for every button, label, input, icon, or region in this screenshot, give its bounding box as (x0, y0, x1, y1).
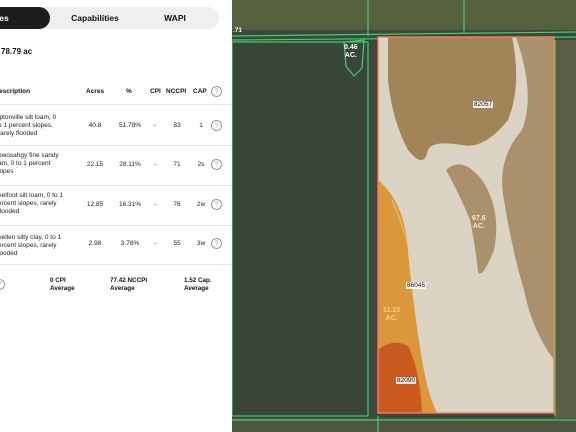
desc-line: oellen silty clay, 0 to 1 (0, 234, 62, 241)
desc-line: flooded (0, 208, 20, 215)
tab-wapi[interactable]: WAPI (145, 7, 205, 29)
acres-value: 22.15 (86, 161, 104, 168)
nccpi-average: 77.42 NCCPI Average (110, 277, 147, 292)
nccpi-average-label: Average (110, 284, 135, 292)
help-icon[interactable]: ? (211, 199, 222, 210)
desc-line: owosahgy fine sandy (0, 152, 59, 159)
nccpi-value: 76 (173, 201, 181, 208)
acres-unit: AC. (472, 223, 485, 230)
desc-line: looded (0, 250, 18, 257)
soil-description: oellen silty clay, 0 to 1 ercent slopes,… (0, 234, 72, 258)
main-parcel (377, 36, 555, 414)
big-zone-acres: 67.6 AC. (472, 215, 486, 231)
cpi-average-value: 0 CPI (50, 277, 66, 284)
help-icon[interactable]: ? (211, 238, 222, 249)
row-divider (0, 264, 232, 265)
soil-code-82057[interactable]: 82057 (473, 101, 494, 108)
col-header-cpi: CPI (150, 88, 161, 95)
tab-capabilities[interactable]: Capabilities (60, 7, 130, 29)
acres-number: 0.46 (344, 44, 358, 51)
acres-unit: AC. (344, 52, 357, 59)
map-canvas (232, 0, 576, 432)
table-row: iptonville silt loam, 0 o 1 percent slop… (0, 105, 232, 145)
nccpi-value: 83 (173, 122, 181, 129)
top-field (232, 0, 576, 30)
help-icon[interactable]: ? (211, 120, 222, 131)
cpi-average-label: Average (50, 284, 75, 292)
col-header-nccpi: NCCPI (166, 88, 187, 95)
desc-line: am, 0 to 1 percent (0, 160, 51, 167)
total-acres: 78.79 ac (1, 47, 33, 56)
desc-line: ercent slopes, rarely (0, 242, 57, 249)
acres-value: 40.8 (88, 122, 102, 129)
soil-description: iptonville silt loam, 0 o 1 percent slop… (0, 114, 72, 138)
help-icon[interactable]: ? (0, 279, 5, 290)
cpi-value: - (153, 161, 157, 168)
cpi-average: 0 CPI Average (50, 277, 75, 292)
col-header-description: escription (0, 88, 31, 95)
nccpi-average-value: 77.42 NCCPI (110, 277, 148, 284)
cap-value: 2w (196, 201, 206, 208)
cap-value: 3w (196, 240, 206, 247)
soil-description: owosahgy fine sandy am, 0 to 1 percent l… (0, 152, 72, 176)
soil-code-82090[interactable]: 82090 (396, 377, 417, 384)
desc-line: eelfoot silt loam, 0 to 1 (0, 192, 64, 199)
cap-average-label: Average (184, 284, 209, 292)
east-field (554, 40, 576, 420)
cap-average-value: 1.52 Cap. (184, 277, 212, 284)
cap-value: 2s (197, 161, 205, 168)
tab-acres[interactable]: res (0, 7, 50, 29)
soil-description: eelfoot silt loam, 0 to 1 ercent slopes,… (0, 192, 72, 216)
percent-value: 51.78% (118, 122, 142, 129)
desc-line: rarely flooded (0, 130, 38, 137)
soil-map[interactable]: .71 0.46 AC. 67.6 AC. 11.23 AC. 82057 86… (232, 0, 576, 432)
tab-bar: res Capabilities WAPI (0, 7, 219, 29)
table-row: eelfoot silt loam, 0 to 1 ercent slopes,… (0, 186, 232, 226)
desc-line: lopes (0, 168, 14, 175)
orange-zone-acres: 11.23 AC. (383, 307, 400, 323)
nccpi-value: 55 (173, 240, 181, 247)
desc-line: o 1 percent slopes, (0, 122, 53, 129)
acres-unit: AC. (385, 315, 398, 322)
west-field (232, 40, 370, 420)
desc-line: ercent slopes, rarely (0, 200, 57, 207)
cpi-value: - (153, 240, 157, 247)
acres-number: 11.23 (383, 307, 401, 314)
help-icon[interactable]: ? (211, 86, 222, 97)
cpi-value: - (153, 201, 157, 208)
percent-value: 28.11% (119, 161, 141, 168)
col-header-cap: CAP (193, 88, 207, 95)
table-row: owosahgy fine sandy am, 0 to 1 percent l… (0, 146, 232, 186)
acres-number: 67.6 (472, 215, 486, 222)
col-header-percent: % (126, 88, 132, 95)
nccpi-value: 71 (173, 161, 181, 168)
edge-acre-label: .71 (233, 27, 243, 34)
acres-value: 12.85 (86, 201, 104, 208)
acres-value: 2.98 (88, 240, 102, 247)
cap-average: 1.52 Cap. Average (184, 277, 212, 292)
soil-panel: res Capabilities WAPI 78.79 ac escriptio… (0, 0, 232, 432)
percent-value: 16.31% (118, 201, 142, 208)
col-header-acres: Acres (86, 88, 105, 95)
desc-line: iptonville silt loam, 0 (0, 114, 57, 121)
small-parcel-acres: 0.46 AC. (344, 44, 358, 60)
soil-code-86045[interactable]: 86045 (406, 282, 427, 289)
table-row: oellen silty clay, 0 to 1 ercent slopes,… (0, 226, 232, 266)
cap-value: 1 (199, 122, 203, 129)
help-icon[interactable]: ? (211, 159, 222, 170)
percent-value: 3.78% (120, 240, 140, 247)
cpi-value: - (153, 122, 157, 129)
